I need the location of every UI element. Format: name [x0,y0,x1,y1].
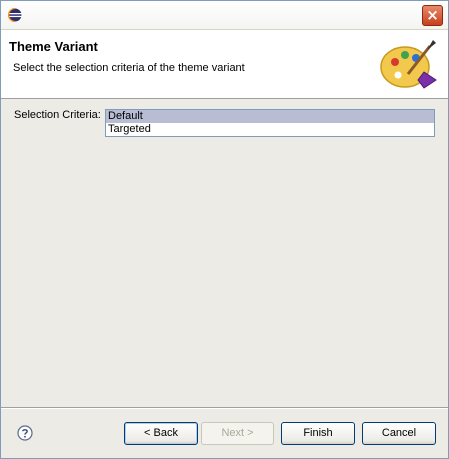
finish-button[interactable]: Finish [281,422,355,445]
title-bar[interactable]: × [1,1,448,30]
selection-criteria-label: Selection Criteria: [14,109,101,121]
button-bar: < Back Next > Finish Cancel [1,409,448,458]
list-item-default[interactable]: Default [106,110,434,123]
page-title: Theme Variant [9,39,98,54]
wizard-banner: Theme Variant Select the selection crite… [1,30,448,99]
selection-criteria-list[interactable]: Default Targeted [105,109,435,137]
dialog-window: × Theme Variant Select the selection cri… [0,0,449,459]
palette-icon [380,40,437,89]
back-button[interactable]: < Back [124,422,198,445]
close-icon: × [426,6,439,24]
help-icon[interactable] [17,425,33,441]
eclipse-icon [8,8,22,22]
list-item-targeted[interactable]: Targeted [106,123,434,136]
close-button[interactable]: × [422,5,443,26]
cancel-button[interactable]: Cancel [362,422,436,445]
page-description: Select the selection criteria of the the… [13,62,245,74]
wizard-content: Selection Criteria: Default Targeted [1,99,448,407]
next-button[interactable]: Next > [201,422,274,445]
